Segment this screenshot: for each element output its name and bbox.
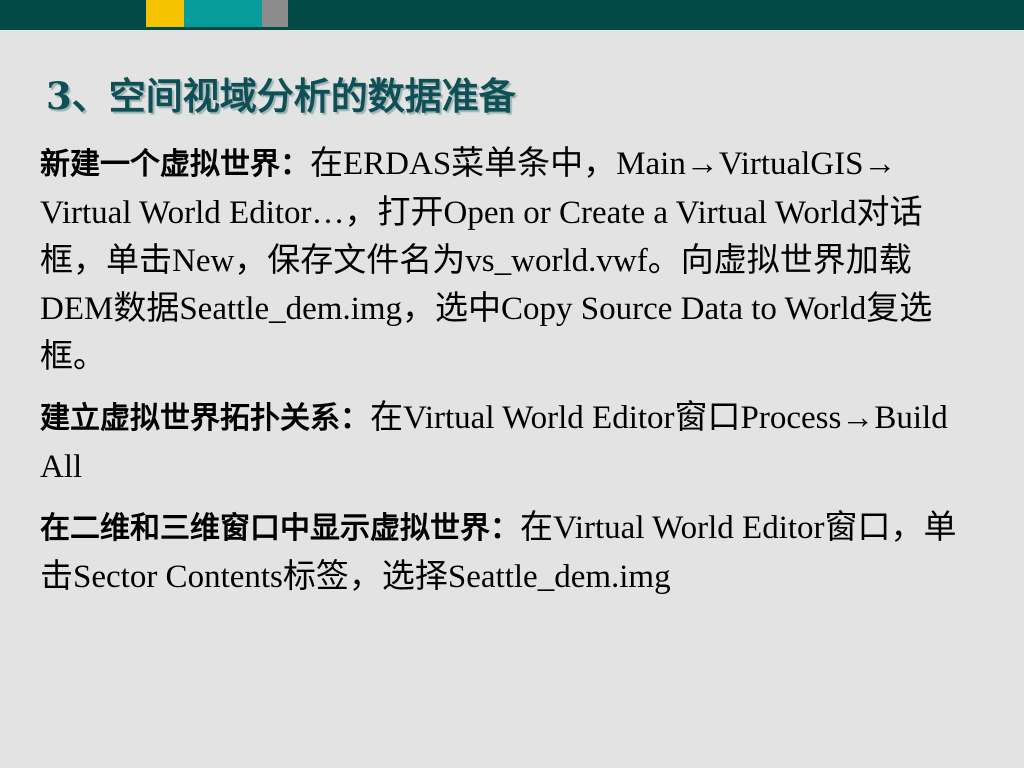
top-decorative-bar [0, 0, 1024, 30]
paragraph-text: VirtualGIS [718, 146, 864, 182]
bar-segment-dark [0, 0, 146, 30]
paragraph-lead: 新建一个虚拟世界： [40, 147, 310, 182]
paragraph-lead: 在二维和三维窗口中显示虚拟世界： [40, 511, 520, 546]
slide-body: 新建一个虚拟世界：在ERDAS菜单条中，Main→VirtualGIS→ Vir… [40, 140, 970, 614]
bar-segment-dark-right [288, 0, 1024, 30]
paragraph-text: 在Virtual World Editor窗口Process [370, 400, 842, 436]
paragraph-display-world: 在二维和三维窗口中显示虚拟世界：在Virtual World Editor窗口，… [40, 504, 970, 601]
bar-underline [0, 27, 1024, 30]
paragraph-create-world: 新建一个虚拟世界：在ERDAS菜单条中，Main→VirtualGIS→ Vir… [40, 140, 970, 381]
arrow-right-icon: → [863, 146, 897, 182]
paragraph-text: Virtual World Editor…，打开Open or Create a… [40, 195, 933, 375]
paragraph-text: 在ERDAS菜单条中，Main [310, 146, 686, 182]
arrow-right-icon: → [685, 146, 719, 182]
arrow-right-icon: → [841, 400, 875, 436]
paragraph-lead: 建立虚拟世界拓扑关系： [40, 401, 370, 436]
slide-title: 3、空间视域分析的数据准备 [46, 74, 516, 118]
bar-segment-teal [184, 0, 262, 30]
bar-segment-yellow [146, 0, 184, 30]
bar-segment-gray [262, 0, 288, 30]
paragraph-build-topology: 建立虚拟世界拓扑关系：在Virtual World Editor窗口Proces… [40, 394, 970, 491]
